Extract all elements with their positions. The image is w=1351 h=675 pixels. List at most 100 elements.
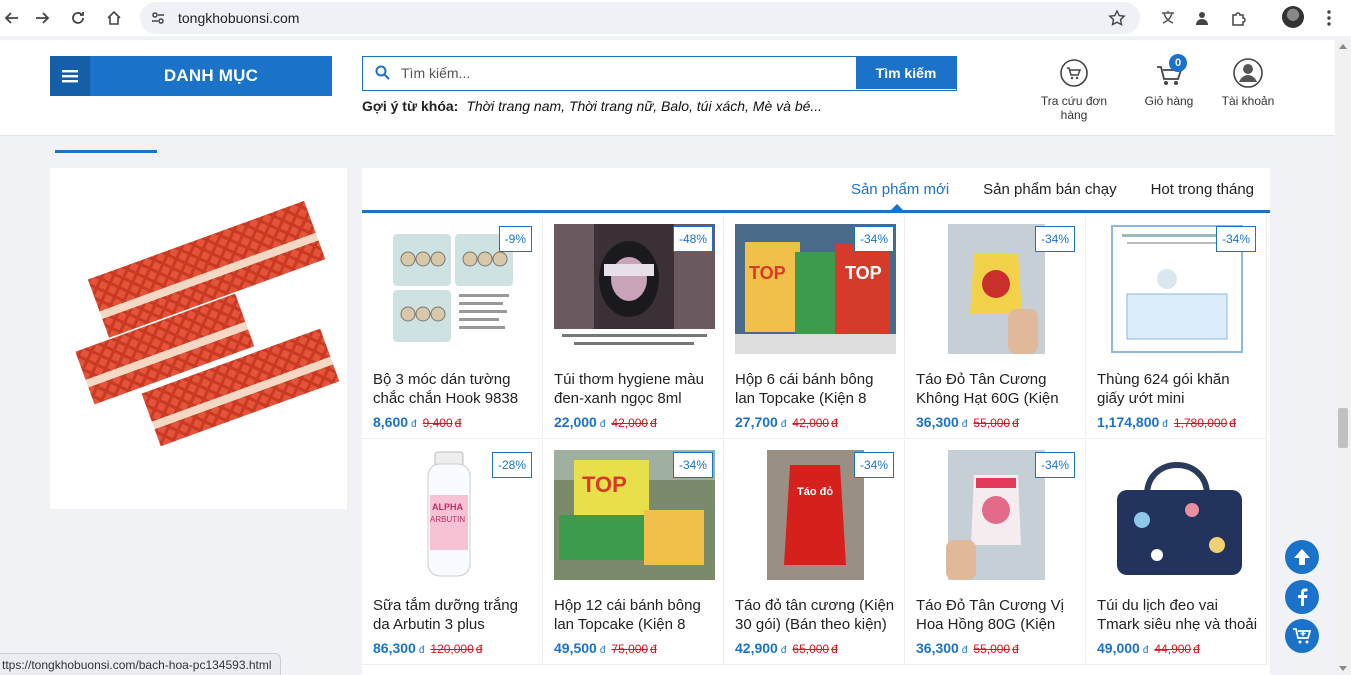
currency-symbol: đ — [961, 419, 968, 430]
old-currency-symbol: đ — [1229, 416, 1236, 430]
product-name[interactable]: Túi thơm hygiene màu đen-xanh ngọc 8ml — [554, 370, 716, 408]
product-card[interactable]: Túi du lịch đeo vai Tmark siêu nhẹ và th… — [1086, 440, 1267, 665]
scroll-up-arrow-icon[interactable] — [1339, 44, 1347, 49]
svg-text:Táo đỏ: Táo đỏ — [797, 486, 833, 498]
cart-count-badge: 0 — [1169, 54, 1187, 72]
old-price: 42,000 — [792, 416, 830, 430]
order-search-cart-icon — [1059, 58, 1089, 88]
product-name[interactable]: Hộp 6 cái bánh bông lan Topcake (Kiện 8 — [735, 370, 897, 408]
product-price: 86,300 đ 120,000 đ — [373, 640, 482, 656]
tab-hot-this-month[interactable]: Hot trong tháng — [1151, 181, 1254, 198]
cart-plus-icon — [1293, 628, 1312, 644]
product-name[interactable]: Thùng 624 gói khăn giấy ướt mini — [1097, 370, 1259, 408]
floating-cart-button[interactable] — [1285, 619, 1319, 653]
facebook-button[interactable] — [1285, 580, 1319, 614]
tab-best-sellers[interactable]: Sản phẩm bán chạy — [983, 181, 1116, 198]
product-name[interactable]: Túi du lịch đeo vai Tmark siêu nhẹ và th… — [1097, 596, 1259, 634]
user-account-icon — [1233, 58, 1263, 88]
current-price: 1,174,800 — [1097, 414, 1160, 430]
discount-badge: -9% — [498, 226, 532, 252]
product-name[interactable]: Hộp 12 cái bánh bông lan Topcake (Kiện 8 — [554, 596, 716, 634]
currency-symbol: đ — [411, 419, 417, 430]
old-price: 55,000 — [973, 416, 1011, 430]
product-card[interactable]: -9% Bộ 3 móc dán tường chắc chắn Hook 98… — [362, 214, 543, 439]
product-price: 49,500 đ 75,000 đ — [554, 640, 657, 656]
suggest-label: Gợi ý từ khóa: — [362, 98, 459, 114]
product-price: 36,300 đ 55,000 đ — [916, 640, 1019, 656]
currency-symbol: đ — [418, 645, 425, 656]
product-price: 36,300 đ 55,000 đ — [916, 414, 1019, 430]
back-icon[interactable] — [0, 6, 24, 30]
search-button[interactable]: Tìm kiếm — [856, 57, 956, 89]
product-name[interactable]: Sữa tắm dưỡng trắng da Arbutin 3 plus — [373, 596, 535, 634]
reload-icon[interactable] — [66, 6, 90, 30]
browser-menu-icon[interactable] — [1317, 6, 1341, 30]
product-name[interactable]: Bộ 3 móc dán tường chắc chắn Hook 9838 — [373, 370, 535, 408]
profile-avatar[interactable] — [1282, 6, 1304, 28]
old-price: 120,000 — [430, 642, 474, 656]
product-panel: Sản phẩm mới Sản phẩm bán chạy Hot trong… — [362, 168, 1270, 675]
category-menu-button[interactable]: DANH MỤC — [50, 56, 332, 96]
order-lookup-link[interactable]: Tra cứu đơn hàng — [1026, 58, 1122, 122]
discount-badge: -28% — [491, 452, 532, 478]
account-link[interactable]: Tài khoản — [1218, 58, 1278, 108]
scroll-down-arrow-icon[interactable] — [1339, 666, 1347, 671]
product-card[interactable]: -34% Táo Đỏ Tân Cương Không Hạt 60G (Kiệ… — [905, 214, 1086, 439]
discount-badge: -34% — [853, 452, 894, 478]
currency-symbol: đ — [599, 419, 606, 430]
address-url: tongkhobuonsi.com — [178, 10, 300, 26]
product-price: 49,000 đ 44,900 đ — [1097, 640, 1200, 656]
current-price: 36,300 — [916, 640, 959, 656]
svg-text:TOP: TOP — [749, 263, 786, 283]
suggest-keywords[interactable]: Thời trang nam, Thời trang nữ, Balo, túi… — [466, 98, 822, 114]
forward-icon[interactable] — [30, 6, 54, 30]
product-name[interactable]: Táo Đỏ Tân Cương Không Hạt 60G (Kiện — [916, 370, 1078, 408]
product-name[interactable]: Táo đỏ tân cương (Kiện 30 gói) (Bán theo… — [735, 596, 897, 634]
extensions-puzzle-icon[interactable] — [1227, 6, 1251, 30]
cart-link[interactable]: 0 Giỏ hàng — [1140, 54, 1198, 108]
discount-badge: -34% — [672, 452, 713, 478]
page-scrollbar[interactable] — [1335, 40, 1351, 675]
currency-symbol: đ — [1142, 645, 1149, 656]
search-input[interactable] — [401, 62, 841, 84]
scroll-to-top-button[interactable] — [1285, 540, 1319, 574]
current-price: 42,900 — [735, 640, 778, 656]
old-currency-symbol: đ — [1012, 416, 1019, 430]
product-card[interactable]: ALPHA ARBUTIN -28% Sữa tắm dưỡng trắng d… — [362, 440, 543, 665]
currency-symbol: đ — [1162, 419, 1168, 430]
search-box: Tìm kiếm — [362, 56, 957, 91]
account-label: Tài khoản — [1221, 94, 1275, 108]
product-card[interactable]: -34% Thùng 624 gói khăn giấy ướt mini 1,… — [1086, 214, 1267, 439]
product-price: 42,900 đ 65,000 đ — [735, 640, 838, 656]
current-price: 36,300 — [916, 414, 959, 430]
bookmark-star-icon[interactable] — [1108, 9, 1126, 32]
address-bar[interactable]: tongkhobuonsi.com — [140, 2, 1140, 34]
site-info-icon[interactable] — [150, 10, 166, 31]
product-card[interactable]: -34% Táo Đỏ Tân Cương Vị Hoa Hồng 80G (K… — [905, 440, 1086, 665]
category-banner-image[interactable] — [50, 168, 347, 509]
discount-badge: -48% — [672, 226, 713, 252]
facebook-icon — [1298, 588, 1308, 606]
product-image[interactable] — [1097, 450, 1258, 580]
old-price: 65,000 — [792, 642, 830, 656]
old-currency-symbol: đ — [475, 642, 483, 656]
old-currency-symbol: đ — [454, 416, 462, 430]
svg-text:TOP: TOP — [845, 263, 882, 283]
extension-translate-icon[interactable] — [1156, 6, 1180, 30]
current-price: 86,300 — [373, 640, 416, 656]
scrollbar-thumb[interactable] — [1338, 408, 1348, 448]
product-card[interactable]: Táo đỏ -34% Táo đỏ tân cương (Kiện 30 gó… — [724, 440, 905, 665]
product-card[interactable]: TOP -34% Hộp 12 cái bánh bông lan Topcak… — [543, 440, 724, 665]
discount-badge: -34% — [1034, 452, 1075, 478]
old-price: 55,000 — [973, 642, 1011, 656]
tab-new-products[interactable]: Sản phẩm mới — [851, 181, 949, 198]
product-price: 1,174,800 đ 1,780,000 đ — [1097, 414, 1236, 430]
product-card[interactable]: -48% Túi thơm hygiene màu đen-xanh ngọc … — [543, 214, 724, 439]
discount-badge: -34% — [1215, 226, 1256, 252]
cart-label: Giỏ hàng — [1144, 94, 1194, 108]
home-icon[interactable] — [102, 6, 126, 30]
product-card[interactable]: TOP TOP -34% Hộp 6 cái bánh bông lan Top… — [724, 214, 905, 439]
product-name[interactable]: Táo Đỏ Tân Cương Vị Hoa Hồng 80G (Kiện — [916, 596, 1078, 634]
extension-agent-icon[interactable] — [1190, 6, 1214, 30]
product-price: 8,600 đ 9,400 đ — [373, 414, 461, 430]
